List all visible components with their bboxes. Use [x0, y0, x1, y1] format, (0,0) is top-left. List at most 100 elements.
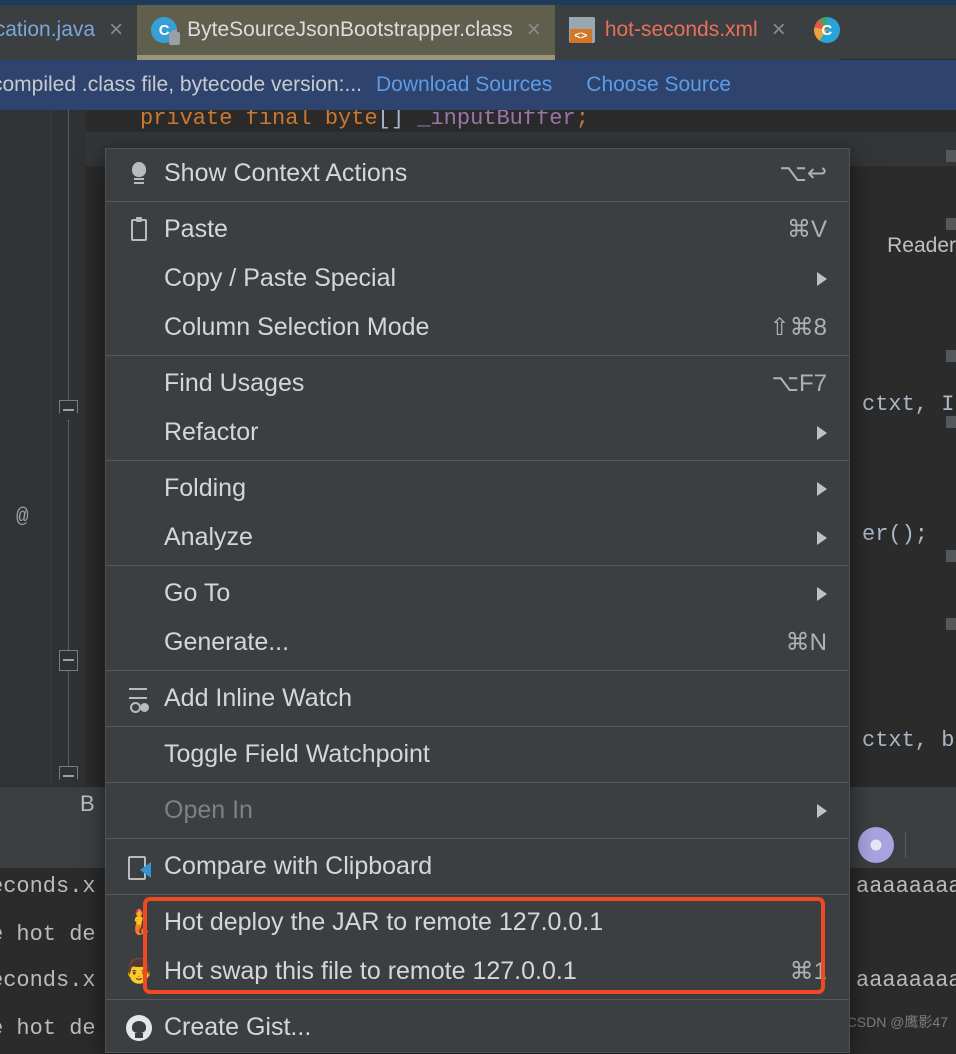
- menu-separator: [106, 999, 849, 1000]
- choose-sources-link[interactable]: Choose Source: [586, 73, 731, 97]
- close-icon[interactable]: ×: [109, 18, 123, 42]
- inline-watch-icon: [124, 684, 154, 714]
- code-field: _inputBuffer: [404, 110, 576, 131]
- menu-item-open-in: Open In: [106, 786, 849, 835]
- menu-item-label: Create Gist...: [164, 1013, 827, 1042]
- tab-application-java[interactable]: pplication.java ×: [0, 0, 137, 60]
- menu-item-label: Folding: [164, 474, 797, 503]
- console-line-right: aaaaaaaa: [856, 968, 956, 993]
- compare-clipboard-icon: [124, 852, 154, 882]
- menu-item-analyze[interactable]: Analyze: [106, 513, 849, 562]
- menu-separator: [106, 565, 849, 566]
- menu-item-hot-swap-this-file-to-remote-127-0-0-1[interactable]: 👨 Hot swap this file to remote 127.0.0.1 ⌘…: [106, 947, 849, 996]
- window-top-accent: [0, 0, 956, 5]
- menu-item-label: Compare with Clipboard: [164, 852, 827, 881]
- tab-hot-seconds-xml[interactable]: hot-seconds.xml ×: [555, 0, 800, 60]
- console-line: econds.x: [0, 874, 96, 899]
- menu-item-label: Toggle Field Watchpoint: [164, 740, 827, 769]
- menu-separator: [106, 726, 849, 727]
- editor-right-fragment: ctxt, I: [862, 392, 954, 417]
- menu-item-copy-paste-special[interactable]: Copy / Paste Special: [106, 254, 849, 303]
- editor-gutter[interactable]: [0, 110, 52, 786]
- submenu-arrow-icon: [817, 804, 827, 818]
- menu-item-folding[interactable]: Folding: [106, 464, 849, 513]
- close-icon[interactable]: ×: [527, 18, 541, 42]
- menu-item-label: Show Context Actions: [164, 159, 759, 188]
- menu-item-paste[interactable]: Paste ⌘V: [106, 205, 849, 254]
- menu-separator: [106, 460, 849, 461]
- editor-marker-scrollbar[interactable]: [946, 110, 956, 786]
- menu-separator: [106, 670, 849, 671]
- submenu-arrow-icon: [817, 272, 827, 286]
- menu-item-generate[interactable]: Generate...⌘N: [106, 618, 849, 667]
- menu-item-shortcut: ⌘N: [786, 628, 827, 657]
- code-bracket: []: [378, 110, 404, 131]
- menu-item-label: Refactor: [164, 418, 797, 447]
- menu-item-hot-deploy-the-jar-to-remote-127-0-0-1[interactable]: 🧜Hot deploy the JAR to remote 127.0.0.1: [106, 898, 849, 947]
- menu-item-label: Open In: [164, 796, 797, 825]
- menu-item-icon-placeholder: [124, 796, 154, 826]
- menu-item-go-to[interactable]: Go To: [106, 569, 849, 618]
- menu-item-label: Paste: [164, 215, 767, 244]
- tab-label: hot-seconds.xml: [605, 18, 758, 42]
- editor-right-fragment: er();: [862, 522, 928, 547]
- menu-separator: [106, 201, 849, 202]
- menu-item-icon-placeholder: [124, 579, 154, 609]
- menu-item-shortcut: ⌥↩: [779, 159, 827, 188]
- watermark: CSDN @鹰影47: [847, 1012, 948, 1032]
- menu-item-column-selection-mode[interactable]: Column Selection Mode ⇧⌘8: [106, 303, 849, 352]
- menu-item-find-usages[interactable]: Find Usages⌥F7: [106, 359, 849, 408]
- editor-fold-gutter[interactable]: [52, 110, 86, 786]
- github-icon: [124, 1013, 154, 1043]
- breadcrumb-fragment: B: [80, 791, 95, 817]
- menu-item-add-inline-watch[interactable]: Add Inline Watch: [106, 674, 849, 723]
- code-line: private final byte[] _inputBuffer;: [140, 110, 589, 131]
- menu-item-icon-placeholder: [124, 418, 154, 448]
- notification-message: compiled .class file, bytecode version:.…: [0, 73, 362, 97]
- color-class-icon: [814, 17, 840, 43]
- ide-window: pplication.java × ByteSourceJsonBootstra…: [0, 0, 956, 1054]
- fold-marker-icon[interactable]: [59, 650, 78, 671]
- download-sources-link[interactable]: Download Sources: [376, 73, 552, 97]
- menu-item-icon-placeholder: [124, 313, 154, 343]
- editor-context-menu[interactable]: Show Context Actions ⌥↩ Paste ⌘V Copy / Past…: [105, 148, 850, 1053]
- menu-item-toggle-field-watchpoint[interactable]: Toggle Field Watchpoint: [106, 730, 849, 779]
- menu-item-refactor[interactable]: Refactor: [106, 408, 849, 457]
- menu-item-shortcut: ⌘V: [787, 215, 827, 244]
- gear-icon[interactable]: [861, 830, 891, 860]
- clipboard-icon: [124, 215, 154, 245]
- more-icon[interactable]: [920, 830, 950, 860]
- xml-file-icon: [569, 17, 595, 43]
- menu-separator: [106, 355, 849, 356]
- menu-item-label: Hot swap this file to remote 127.0.0.1: [164, 957, 770, 986]
- submenu-arrow-icon: [817, 426, 827, 440]
- menu-item-shortcut: ⌘1: [790, 957, 827, 986]
- tab-bytesourcejsonbootstrapper-class[interactable]: ByteSourceJsonBootstrapper.class ×: [137, 0, 555, 60]
- menu-item-label: Go To: [164, 579, 797, 608]
- editor-right-fragment: ctxt, b: [862, 728, 954, 753]
- menu-item-icon-placeholder: [124, 628, 154, 658]
- menu-item-shortcut: ⇧⌘8: [770, 313, 827, 342]
- menu-item-shortcut: ⌥F7: [771, 369, 827, 398]
- menu-item-icon-placeholder: [124, 523, 154, 553]
- annotation-marker: @: [16, 506, 29, 529]
- editor-tab-bar: pplication.java × ByteSourceJsonBootstra…: [0, 0, 956, 60]
- menu-separator: [106, 838, 849, 839]
- mario-emoji-icon: 👨: [124, 957, 154, 987]
- menu-item-label: Hot deploy the JAR to remote 127.0.0.1: [164, 908, 827, 937]
- scrollbar-marker: [946, 550, 956, 562]
- tab-label: ByteSourceJsonBootstrapper.class: [187, 18, 513, 42]
- menu-item-compare-with-clipboard[interactable]: Compare with Clipboard: [106, 842, 849, 891]
- tab-next-partial[interactable]: [800, 0, 840, 60]
- code-semicolon: ;: [576, 110, 589, 131]
- menu-separator: [106, 782, 849, 783]
- console-line: e hot de: [0, 922, 96, 947]
- console-line: e hot de: [0, 1016, 96, 1041]
- tab-label: pplication.java: [0, 18, 95, 42]
- menu-item-show-context-actions[interactable]: Show Context Actions ⌥↩: [106, 149, 849, 198]
- lightbulb-icon: [124, 159, 154, 189]
- menu-item-create-gist[interactable]: Create Gist...: [106, 1003, 849, 1052]
- close-icon[interactable]: ×: [772, 18, 786, 42]
- scrollbar-marker: [946, 618, 956, 630]
- menu-item-label: Column Selection Mode: [164, 313, 750, 342]
